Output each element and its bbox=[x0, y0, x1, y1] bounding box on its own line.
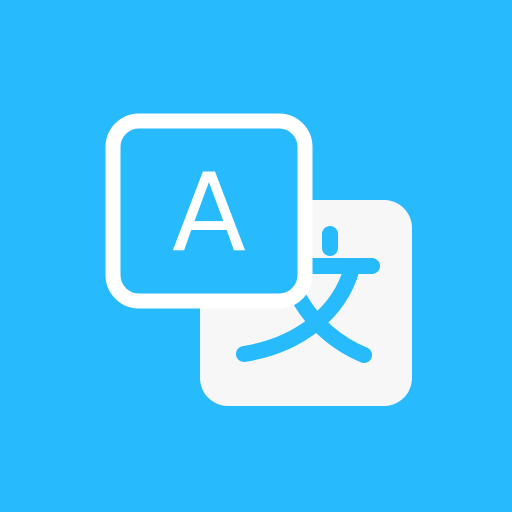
translate-icon-graphic: A bbox=[0, 0, 512, 512]
source-glyph-a: A bbox=[172, 151, 246, 276]
translate-app-icon: A bbox=[0, 0, 512, 512]
